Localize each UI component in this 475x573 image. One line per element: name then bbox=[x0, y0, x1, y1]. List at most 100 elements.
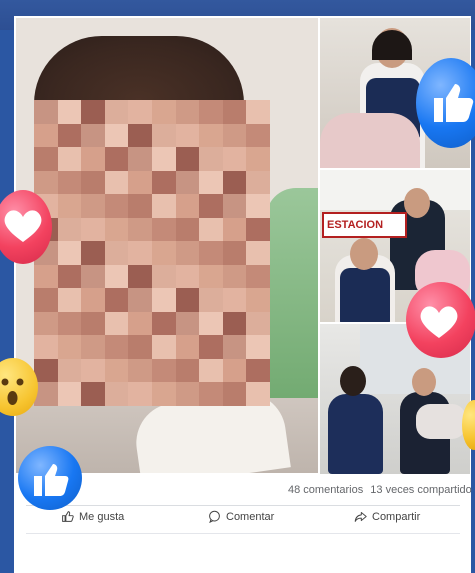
mosaic-tile bbox=[152, 241, 176, 265]
station-sign: ESTACION bbox=[322, 212, 407, 238]
mosaic-tile bbox=[152, 100, 176, 124]
pixelated-face bbox=[34, 100, 270, 406]
officer-vest-2 bbox=[340, 268, 390, 322]
mosaic-tile bbox=[104, 311, 129, 336]
mosaic-tile bbox=[104, 194, 129, 218]
mosaic-tile bbox=[152, 335, 176, 359]
mosaic-tile bbox=[57, 288, 82, 312]
share-icon bbox=[354, 511, 367, 522]
mosaic-tile bbox=[104, 264, 129, 289]
mosaic-tile bbox=[104, 382, 129, 406]
mosaic-tile bbox=[246, 335, 270, 359]
mosaic-tile bbox=[57, 217, 82, 242]
mosaic-tile bbox=[222, 335, 247, 359]
mosaic-tile bbox=[175, 382, 200, 406]
mosaic-tile bbox=[104, 147, 129, 171]
mosaic-tile bbox=[175, 288, 200, 312]
mosaic-tile bbox=[34, 123, 58, 148]
mosaic-tile bbox=[104, 288, 129, 312]
mosaic-tile bbox=[128, 358, 152, 383]
mosaic-tile bbox=[34, 147, 58, 171]
wrapped-baby bbox=[416, 404, 466, 439]
mosaic-tile bbox=[246, 123, 270, 148]
mosaic-tile bbox=[222, 123, 247, 148]
like-reaction-icon bbox=[416, 58, 475, 148]
mosaic-tile bbox=[175, 311, 200, 336]
like-icon bbox=[62, 511, 74, 522]
mosaic-tile bbox=[104, 217, 129, 242]
mosaic-tile bbox=[104, 123, 129, 148]
mosaic-tile bbox=[199, 100, 223, 124]
mosaic-tile bbox=[222, 241, 247, 265]
mosaic-tile bbox=[175, 170, 200, 195]
mosaic-tile bbox=[175, 194, 200, 218]
mosaic-tile bbox=[57, 358, 82, 383]
mosaic-tile bbox=[199, 170, 223, 195]
officer-face-2 bbox=[350, 238, 378, 270]
mosaic-tile bbox=[152, 311, 176, 336]
mosaic-tile bbox=[152, 217, 176, 242]
mosaic-tile bbox=[57, 194, 82, 218]
mosaic-tile bbox=[34, 311, 58, 336]
mosaic-tile bbox=[128, 123, 152, 148]
mosaic-tile bbox=[199, 264, 223, 289]
officer-back-figure bbox=[328, 394, 383, 474]
like-reaction-icon-2 bbox=[18, 446, 82, 510]
mosaic-tile bbox=[57, 382, 82, 406]
mosaic-tile bbox=[175, 123, 200, 148]
divider bbox=[26, 505, 460, 506]
mosaic-tile bbox=[175, 217, 200, 242]
mosaic-tile bbox=[128, 382, 152, 406]
wow-reaction-icon bbox=[0, 358, 38, 416]
pink-blanket bbox=[320, 113, 420, 168]
mosaic-tile bbox=[246, 217, 270, 242]
mosaic-tile bbox=[57, 147, 82, 171]
mosaic-tile bbox=[152, 194, 176, 218]
mosaic-tile bbox=[222, 194, 247, 218]
mosaic-tile bbox=[81, 170, 105, 195]
mosaic-tile bbox=[175, 358, 200, 383]
divider-bottom bbox=[26, 533, 460, 534]
main-photo[interactable] bbox=[16, 18, 318, 473]
like-label: Me gusta bbox=[79, 510, 125, 523]
officer-face-3 bbox=[412, 368, 436, 396]
mosaic-tile bbox=[34, 335, 58, 359]
comments-count[interactable]: 48 comentarios bbox=[288, 484, 363, 496]
shares-count[interactable]: 13 veces compartido bbox=[370, 484, 472, 496]
mosaic-tile bbox=[175, 100, 200, 124]
mosaic-tile bbox=[222, 147, 247, 171]
comment-button[interactable]: Comentar bbox=[208, 510, 274, 523]
mosaic-tile bbox=[175, 264, 200, 289]
mosaic-tile bbox=[199, 382, 223, 406]
mosaic-tile bbox=[246, 147, 270, 171]
like-button[interactable]: Me gusta bbox=[61, 510, 124, 523]
mosaic-tile bbox=[246, 288, 270, 312]
officer-hair bbox=[372, 30, 412, 60]
mosaic-tile bbox=[128, 311, 152, 336]
mosaic-tile bbox=[152, 288, 176, 312]
mosaic-tile bbox=[128, 194, 152, 218]
share-button[interactable]: Compartir bbox=[354, 510, 420, 523]
mosaic-tile bbox=[34, 288, 58, 312]
comment-label: Comentar bbox=[226, 510, 275, 523]
mosaic-tile bbox=[34, 264, 58, 289]
mosaic-tile bbox=[104, 335, 129, 359]
mosaic-tile bbox=[199, 241, 223, 265]
mosaic-tile bbox=[104, 241, 129, 265]
mosaic-tile bbox=[57, 241, 82, 265]
mosaic-tile bbox=[246, 100, 270, 124]
mosaic-tile bbox=[81, 335, 105, 359]
mosaic-tile bbox=[152, 382, 176, 406]
mosaic-tile bbox=[199, 311, 223, 336]
mosaic-tile bbox=[57, 264, 82, 289]
mosaic-tile bbox=[152, 147, 176, 171]
mosaic-tile bbox=[81, 382, 105, 406]
mosaic-tile bbox=[222, 382, 247, 406]
mosaic-tile bbox=[104, 170, 129, 195]
mosaic-tile bbox=[222, 217, 247, 242]
mosaic-tile bbox=[246, 382, 270, 406]
mosaic-tile bbox=[175, 241, 200, 265]
mosaic-tile bbox=[246, 241, 270, 265]
mosaic-tile bbox=[199, 147, 223, 171]
share-label: Compartir bbox=[372, 510, 421, 523]
